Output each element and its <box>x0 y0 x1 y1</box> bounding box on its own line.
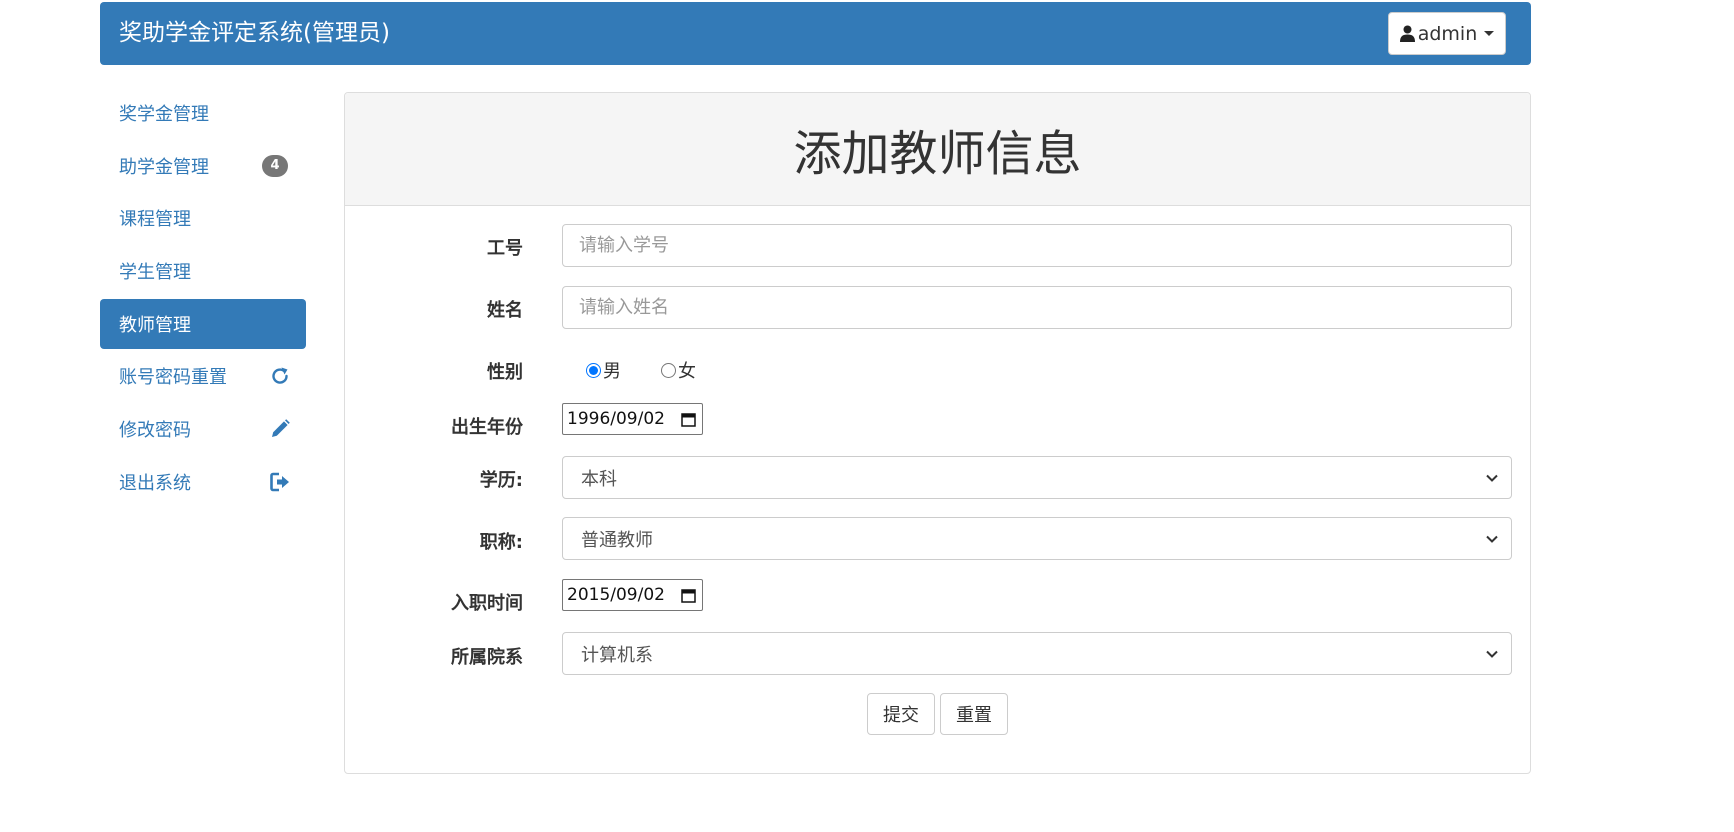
department-label: 所属院系 <box>451 647 523 668</box>
hire-date-value: 2015/09/02 <box>567 585 665 605</box>
teacher-name-input[interactable] <box>562 286 1512 329</box>
refresh-icon <box>272 367 288 385</box>
sidebar-item-label: 教师管理 <box>119 314 191 336</box>
hire-date-input[interactable]: 2015/09/02 <box>562 579 703 611</box>
sidebar-item-teachers[interactable]: 教师管理 <box>100 298 306 349</box>
chevron-down-icon <box>1486 650 1498 658</box>
sidebar-item-label: 奖学金管理 <box>119 104 209 125</box>
sidebar-item-label: 账号密码重置 <box>119 367 227 389</box>
gender-female-label: 女 <box>678 361 696 382</box>
app-brand[interactable]: 奖助学金评定系统(管理员) <box>119 2 390 65</box>
department-select[interactable]: 计算机系 <box>562 632 1512 675</box>
sidebar-item-password-reset[interactable]: 账号密码重置 <box>100 351 306 401</box>
gender-label: 性别 <box>487 362 523 383</box>
calendar-icon[interactable] <box>681 588 696 603</box>
sidebar-item-logout[interactable]: 退出系统 <box>100 457 306 507</box>
job-title-select[interactable]: 普通教师 <box>562 517 1512 560</box>
calendar-icon[interactable] <box>681 412 696 427</box>
sidebar-item-label: 学生管理 <box>119 262 191 284</box>
birth-date-value: 1996/09/02 <box>567 409 665 429</box>
department-selected-value: 计算机系 <box>581 644 653 666</box>
chevron-down-icon <box>1486 535 1498 543</box>
gender-female-radio[interactable] <box>661 362 676 378</box>
sidebar-item-students[interactable]: 学生管理 <box>100 246 306 296</box>
gender-male-radio[interactable] <box>586 362 601 378</box>
sidebar-item-change-password[interactable]: 修改密码 <box>100 404 306 454</box>
user-menu-button[interactable]: admin <box>1388 12 1506 55</box>
sidebar-item-courses[interactable]: 课程管理 <box>100 193 306 243</box>
caret-down-icon <box>1484 31 1495 36</box>
top-navbar: 奖助学金评定系统(管理员) admin <box>100 2 1531 65</box>
birth-date-input[interactable]: 1996/09/02 <box>562 403 703 435</box>
gender-male-label: 男 <box>603 361 621 382</box>
sidebar-item-label: 助学金管理 <box>119 156 209 178</box>
panel-heading: 添加教师信息 <box>345 93 1530 206</box>
sidebar-item-label: 退出系统 <box>119 472 191 494</box>
education-selected-value: 本科 <box>581 468 617 490</box>
hire-date-label: 入职时间 <box>451 593 523 614</box>
user-icon <box>1399 25 1415 42</box>
gender-radio-group: 男 女 <box>586 357 696 383</box>
teacher-id-label: 工号 <box>487 238 523 259</box>
teacher-id-input[interactable] <box>562 224 1512 267</box>
submit-button[interactable]: 提交 <box>867 693 935 735</box>
education-select[interactable]: 本科 <box>562 456 1512 499</box>
reset-button[interactable]: 重置 <box>940 693 1008 735</box>
sidebar-item-label: 修改密码 <box>119 420 191 442</box>
grant-count-badge: 4 <box>262 154 288 177</box>
logout-icon <box>270 472 289 492</box>
birth-year-label: 出生年份 <box>451 417 523 438</box>
user-name: admin <box>1417 22 1478 45</box>
job-title-label: 职称: <box>479 532 523 553</box>
sidebar-item-scholarship[interactable]: 奖学金管理 <box>100 88 306 138</box>
pencil-icon <box>272 419 290 438</box>
sidebar-item-label: 课程管理 <box>119 209 191 231</box>
sidebar-item-grant[interactable]: 助学金管理 4 <box>100 141 306 191</box>
page-title: 添加教师信息 <box>793 126 1082 182</box>
education-label: 学历: <box>479 470 523 491</box>
job-title-selected-value: 普通教师 <box>581 529 653 551</box>
sidebar-nav: 奖学金管理 助学金管理 4 课程管理 学生管理 教师管理 账号密码重置 修改密码… <box>100 88 306 510</box>
teacher-name-label: 姓名 <box>487 300 523 321</box>
chevron-down-icon <box>1486 474 1498 482</box>
